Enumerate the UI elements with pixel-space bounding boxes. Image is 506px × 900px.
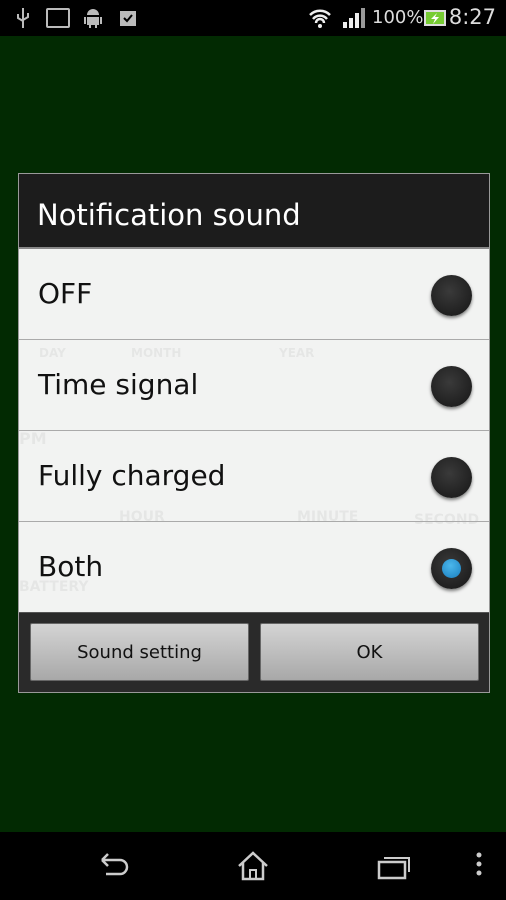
home-icon[interactable] [236,850,270,882]
status-bar: 100% 8:27 [0,0,506,36]
signal-icon [343,8,365,28]
radio-button-selected[interactable] [431,548,472,589]
sound-setting-button[interactable]: Sound setting [30,623,249,681]
option-time-signal[interactable]: Time signal [19,340,489,431]
dialog-button-bar: Sound setting OK [19,612,489,692]
navigation-bar [0,832,506,900]
usb-icon [17,8,29,28]
battery-percent: 100% [372,7,424,28]
option-label: Both [38,550,104,583]
option-label: Fully charged [38,459,226,492]
dialog-title: Notification sound [19,174,489,249]
wifi-icon [309,9,331,28]
recent-apps-icon[interactable] [376,850,412,882]
option-off[interactable]: OFF [19,249,489,340]
ok-button[interactable]: OK [260,623,479,681]
android-icon [84,9,102,28]
option-label: Time signal [38,368,199,401]
radio-selected-dot [442,559,461,578]
radio-button[interactable] [431,275,472,316]
battery-charging-icon [424,10,446,26]
clock: 8:27 [448,5,496,29]
radio-button[interactable] [431,457,472,498]
clipboard-check-icon [120,11,136,26]
option-label: OFF [38,277,93,310]
image-icon [46,8,70,28]
menu-icon[interactable] [474,850,484,880]
notification-sound-dialog: Notification sound DAY MONTH YEAR PM HOU… [18,173,490,693]
radio-button[interactable] [431,366,472,407]
option-both[interactable]: Both [19,522,489,613]
option-fully-charged[interactable]: Fully charged [19,431,489,522]
back-icon[interactable] [94,850,130,880]
